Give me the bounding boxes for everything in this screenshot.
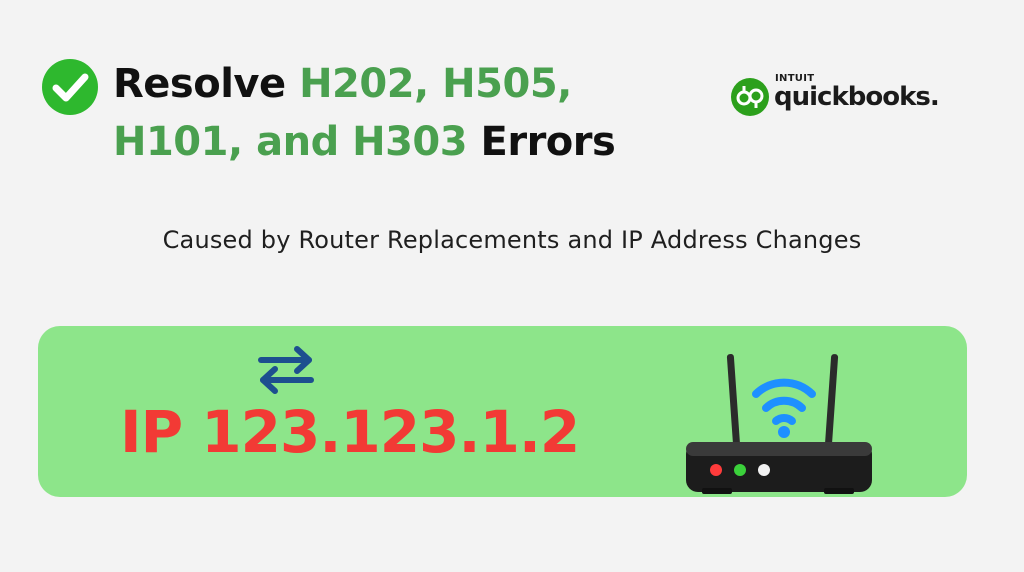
brand-name-word: quickbooks: [774, 82, 931, 112]
ip-change-panel: IP 123.123.1.2: [38, 326, 967, 497]
ip-address-label: IP 123.123.1.2: [120, 398, 580, 466]
quickbooks-logo-icon: [731, 78, 769, 116]
quickbooks-logo: INTUIT quickbooks.: [730, 73, 960, 121]
headline: Resolve H202, H505, H101, and H303 Error…: [113, 55, 673, 171]
wifi-router-icon: [686, 354, 872, 494]
headline-resolve: Resolve: [113, 61, 286, 107]
headline-codes-line1: H202, H505,: [299, 61, 572, 107]
brand-name-text: quickbooks.: [774, 82, 940, 112]
check-circle-icon: [42, 59, 98, 115]
swap-arrows-icon: [258, 346, 314, 394]
headline-codes-line2: H101, and H303: [113, 119, 468, 165]
headline-errors: Errors: [480, 119, 616, 165]
brand-registered-mark: .: [929, 82, 940, 112]
subtitle: Caused by Router Replacements and IP Add…: [162, 226, 862, 254]
